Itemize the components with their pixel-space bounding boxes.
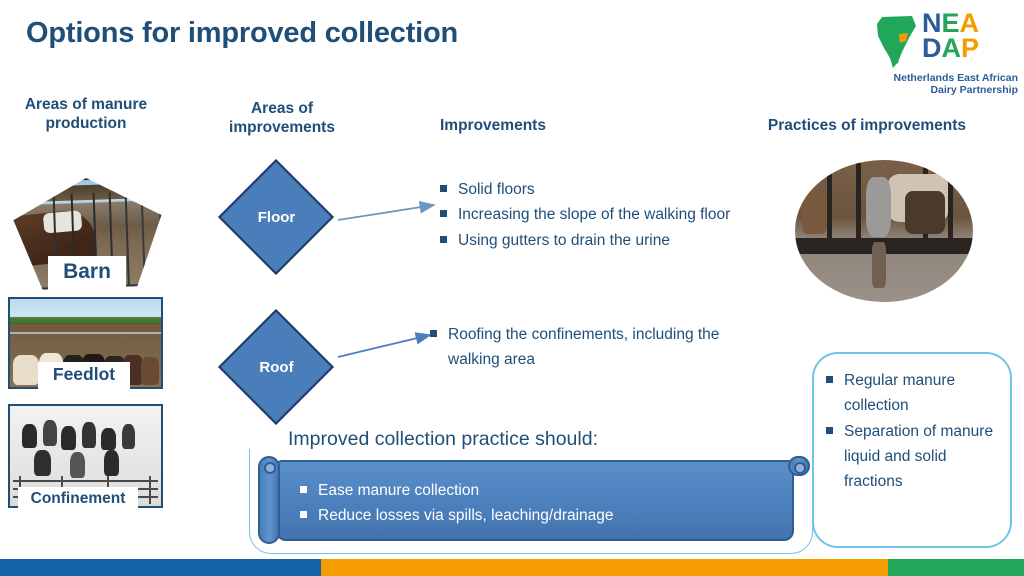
- scroll-banner-list: Ease manure collection Reduce losses via…: [298, 478, 768, 528]
- nea-dap-logo: NEA DAP Netherlands East African Dairy P…: [872, 10, 1018, 102]
- improvements-roof-list: Roofing the confinements, including the …: [428, 322, 728, 373]
- africa-map-icon: [877, 16, 916, 68]
- diamond-floor[interactable]: Floor: [209, 159, 344, 275]
- diamond-roof-label: Roof: [259, 358, 294, 376]
- logo-tagline-line1: Netherlands East African: [893, 72, 1018, 84]
- list-item: Solid floors: [438, 177, 743, 202]
- label-confinement: Confinement: [18, 487, 138, 514]
- diamond-floor-label: Floor: [257, 208, 296, 226]
- list-item: Roofing the confinements, including the …: [428, 322, 728, 373]
- logo-letters: NEA DAP: [922, 10, 980, 63]
- footer-bar-blue: [0, 559, 321, 576]
- heading-practices-of-improvements: Practices of improvements: [767, 117, 967, 134]
- list-item: Reduce losses via spills, leaching/drain…: [298, 503, 768, 528]
- list-item: Separation of manure liquid and solid fr…: [824, 419, 1000, 495]
- scroll-curl-left: [258, 456, 280, 544]
- footer-bar-green: [888, 559, 1024, 576]
- page-title: Options for improved collection: [26, 17, 459, 49]
- scroll-spiral-left-icon: [264, 462, 276, 474]
- list-item: Ease manure collection: [298, 478, 768, 503]
- list-item: Using gutters to drain the urine: [438, 228, 743, 253]
- scroll-curl-right: [788, 456, 810, 476]
- barn-roof-detail: [24, 182, 149, 202]
- logo-tagline-line2: Dairy Partnership: [930, 84, 1018, 97]
- improvements-floor-list: Solid floors Increasing the slope of the…: [438, 177, 743, 253]
- heading-improvements: Improvements: [440, 117, 546, 134]
- list-item: Regular manure collection: [824, 368, 1000, 419]
- practice-photo-circle: [795, 160, 973, 302]
- practices-list: Regular manure collection Separation of …: [814, 354, 1010, 494]
- practices-box: Regular manure collection Separation of …: [812, 352, 1012, 548]
- logo-row-dap: DAP: [922, 32, 980, 63]
- scroll-heading: Improved collection practice should:: [288, 428, 598, 450]
- footer-bar-orange: [321, 559, 888, 576]
- list-item: Increasing the slope of the walking floo…: [438, 202, 743, 227]
- heading-areas-of-improvements: Areas of improvements: [229, 100, 335, 136]
- logo-mark: NEA DAP: [872, 10, 1018, 72]
- logo-letter-d: D: [922, 32, 942, 63]
- logo-letter-a2: A: [941, 32, 962, 63]
- barn-cow-detail: [42, 210, 82, 233]
- diamond-roof[interactable]: Roof: [209, 309, 344, 425]
- logo-letter-p: P: [961, 32, 980, 63]
- label-feedlot: Feedlot: [38, 362, 130, 391]
- label-barn: Barn: [48, 256, 126, 290]
- logo-tagline: Netherlands East African Dairy Partnersh…: [872, 72, 1018, 97]
- heading-areas-of-manure-production: Areas of manure production: [24, 96, 148, 132]
- scroll-banner: Ease manure collection Reduce losses via…: [258, 456, 810, 546]
- slide-canvas: Options for improved collection NEA DAP …: [0, 0, 1024, 576]
- scroll-spiral-right-icon: [794, 462, 806, 474]
